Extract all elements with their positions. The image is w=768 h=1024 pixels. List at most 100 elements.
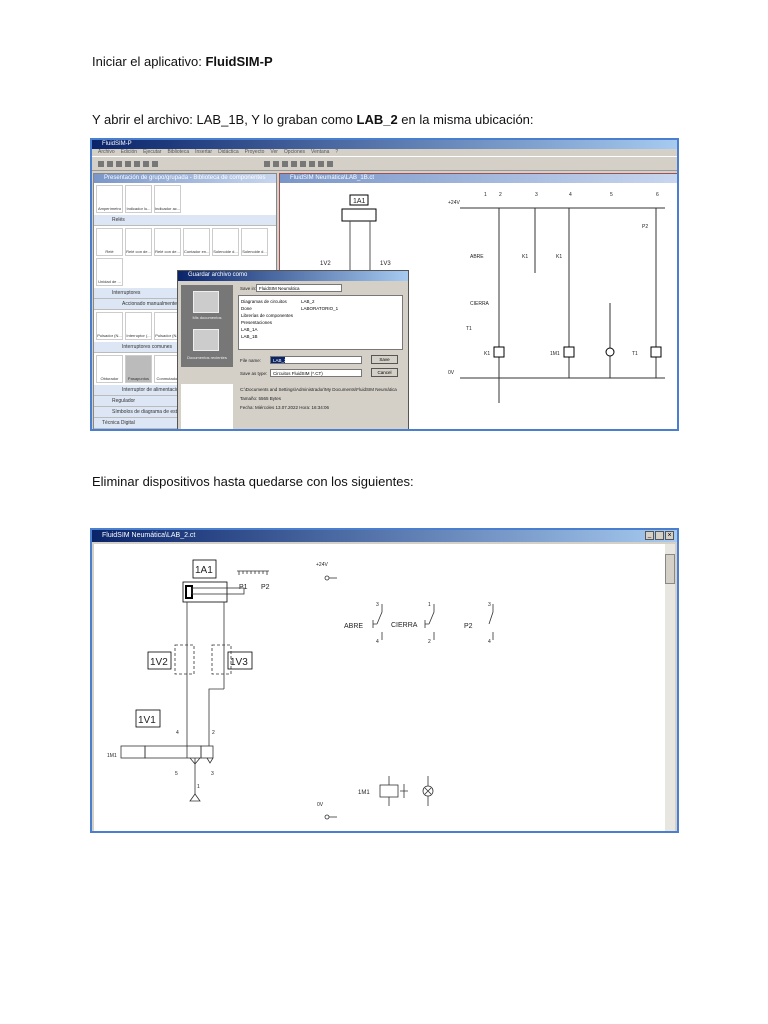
stop-icon[interactable]	[300, 160, 306, 167]
category-relays[interactable]: Relés	[94, 215, 276, 226]
place-my-documents[interactable]: Mis documentos	[181, 315, 233, 320]
label-1v3: 1V3	[230, 657, 248, 668]
print-icon[interactable]	[125, 160, 131, 167]
folder-item[interactable]: Librerías de componentes	[241, 312, 293, 319]
vertical-scrollbar[interactable]	[665, 544, 675, 831]
copy-icon[interactable]	[143, 160, 149, 167]
zoom-icon[interactable]	[264, 160, 270, 167]
save-icon[interactable]	[116, 160, 122, 167]
window-controls: _ ×	[645, 531, 674, 540]
library-tile-selected[interactable]: Pasapuntos	[125, 355, 152, 383]
menu-biblioteca[interactable]: Biblioteca	[167, 149, 189, 155]
screenshot-lab2-circuit: FluidSIM Neumática\LAB_2.ct _ × 1A1 1V2 …	[90, 528, 679, 833]
port-label: 1	[197, 784, 200, 790]
label-k1: K1	[522, 254, 528, 260]
supply-label: +24V	[316, 562, 328, 568]
column-number: 6	[656, 192, 659, 198]
cylinder-symbol	[341, 208, 377, 222]
terminal-number: 3	[488, 602, 491, 608]
zoom-out-icon[interactable]	[282, 160, 288, 167]
library-tile[interactable]: Relé	[96, 228, 123, 256]
recent-documents-icon[interactable]	[193, 329, 219, 351]
menu-didactica[interactable]: Didáctica	[218, 149, 239, 155]
library-tile[interactable]: Obturador	[96, 355, 123, 383]
menu-ejecutar[interactable]: Ejecutar	[143, 149, 161, 155]
library-tile[interactable]: Pulsador (N...	[96, 312, 123, 340]
my-documents-icon[interactable]	[193, 291, 219, 313]
open-icon[interactable]	[107, 160, 113, 167]
library-tile[interactable]: Unidad de ...	[96, 258, 123, 286]
file-item[interactable]: LAB_1B	[241, 333, 293, 340]
screenshot-fluidsim-save-as: FluidSIM-P Archivo Edición Ejecutar Bibliot…	[90, 138, 679, 431]
text: en la misma ubicación:	[397, 112, 534, 127]
new-icon[interactable]	[98, 160, 104, 167]
menu-ventana[interactable]: Ventana	[311, 149, 329, 155]
library-tile[interactable]: Amperímetro	[96, 185, 123, 213]
circuit-canvas: 1A1 1V2 1V3 1V1 P1 P2 1M1 4 2 5 3 1 +24V…	[94, 544, 666, 831]
terminal-number: 4	[376, 639, 379, 645]
close-icon[interactable]: ×	[665, 531, 674, 540]
label-1a1: 1A1	[353, 198, 366, 205]
menu-archivo[interactable]: Archivo	[98, 149, 115, 155]
circuit-title-bar: FluidSIM Neumática\LAB_1B.ct	[280, 174, 677, 183]
library-tile[interactable]: Indicador ac...	[154, 185, 181, 213]
cancel-button[interactable]: Cancel	[371, 368, 398, 377]
distance-rule	[237, 570, 269, 575]
menu-proyecto[interactable]: Proyecto	[245, 149, 265, 155]
library-tile[interactable]: Interruptor (...	[125, 312, 152, 340]
terminal-number: 4	[488, 639, 491, 645]
label-abre: ABRE	[344, 623, 363, 630]
terminal-number: 1	[428, 602, 431, 608]
scrollbar-thumb[interactable]	[665, 554, 675, 584]
library-tile[interactable]: Contador en...	[183, 228, 210, 256]
folder-item[interactable]: Diagramas de circuitos	[241, 298, 293, 305]
label-1m1: 1M1	[107, 753, 117, 759]
dialog-title-bar: Guardar archivo como	[178, 271, 408, 281]
folder-item[interactable]: Done	[241, 305, 293, 312]
menu-ver[interactable]: Ver	[270, 149, 278, 155]
step-icon[interactable]	[327, 160, 333, 167]
place-recent[interactable]: Documentos recientes	[181, 355, 233, 360]
switch-p2	[488, 604, 494, 640]
save-button[interactable]: Save	[371, 355, 398, 364]
menu-help[interactable]: ?	[335, 149, 338, 155]
library-tile[interactable]: Relé con de...	[125, 228, 152, 256]
undo-icon[interactable]	[134, 160, 140, 167]
menu-edicion[interactable]: Edición	[121, 149, 137, 155]
paste-icon[interactable]	[152, 160, 158, 167]
pause-icon[interactable]	[318, 160, 324, 167]
zoom-in-icon[interactable]	[273, 160, 279, 167]
file-size: Tamaño: 5565 Bytes	[240, 396, 282, 401]
terminal-number: 2	[428, 639, 431, 645]
label-1v2: 1V2	[320, 261, 331, 267]
save-in-select[interactable]: FluidSIM Neumática	[256, 284, 342, 292]
file-name-input[interactable]: LAB_2	[270, 356, 362, 364]
zoom-fit-icon[interactable]	[291, 160, 297, 167]
label-1v1: 1V1	[138, 715, 156, 726]
library-tile[interactable]: Relé con de...	[154, 228, 181, 256]
menu-opciones[interactable]: Opciones	[284, 149, 305, 155]
label-k1: K1	[484, 351, 490, 357]
file-item[interactable]: LAB_2	[301, 298, 338, 305]
folder-item[interactable]: Presentaciones	[241, 319, 293, 326]
app-name: FluidSIM-P	[205, 54, 273, 69]
column-number: 4	[569, 192, 572, 198]
instruction-start-app: Iniciar el aplicativo: FluidSIM-P	[92, 54, 273, 69]
window-title-bar: FluidSIM Neumática\LAB_2.ct	[92, 530, 677, 542]
label-p2: P2	[464, 623, 473, 630]
library-tile[interactable]: Indicador lu...	[125, 185, 152, 213]
save-in-label: Save in:	[240, 286, 257, 291]
minimize-icon[interactable]: _	[645, 531, 654, 540]
file-item[interactable]: LAB_1A	[241, 326, 293, 333]
label-p2: P2	[642, 224, 648, 230]
library-tile[interactable]: Solenoide d...	[212, 228, 239, 256]
instruction-open-file: Y abrir el archivo: LAB_1B, Y lo graban …	[92, 112, 534, 127]
maximize-icon[interactable]	[655, 531, 664, 540]
save-type-select[interactable]: Circuitos FluidSIM (*.CT)	[270, 369, 362, 377]
play-icon[interactable]	[309, 160, 315, 167]
label-cierra: CIERRA	[470, 301, 490, 307]
file-item[interactable]: LABORATORIO_1	[301, 305, 338, 312]
label-abre: ABRE	[470, 254, 484, 260]
library-tile[interactable]: Solenoide d...	[241, 228, 268, 256]
menu-insertar[interactable]: Insertar	[195, 149, 212, 155]
